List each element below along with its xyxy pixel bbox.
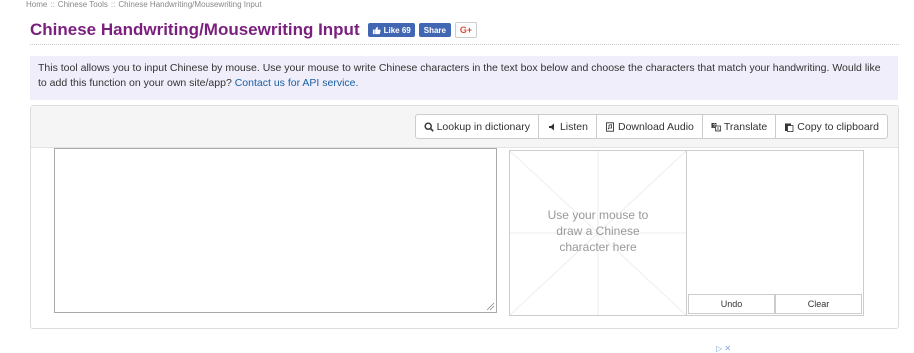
title-divider (30, 44, 899, 45)
copy-clipboard-label: Copy to clipboard (797, 120, 879, 133)
facebook-like-button[interactable]: Like 69 (367, 23, 415, 37)
copy-clipboard-button[interactable]: Copy to clipboard (775, 114, 888, 139)
google-plus-button[interactable]: G+ (454, 22, 477, 38)
clear-button[interactable]: Clear (775, 294, 862, 314)
download-audio-button[interactable]: Download Audio (596, 114, 703, 139)
chinese-text-area[interactable] (54, 148, 497, 313)
toolbar: Lookup in dictionary Listen Download Aud… (31, 106, 898, 148)
intro-box: This tool allows you to input Chinese by… (30, 56, 898, 100)
candidate-list[interactable] (687, 151, 863, 293)
api-contact-link[interactable]: Contact us for API service. (235, 77, 359, 89)
breadcrumb: Home:: Chinese Tools:: Chinese Handwriting… (26, 0, 262, 9)
translate-label: Translate (723, 120, 768, 133)
breadcrumb-current: Chinese Handwriting/Mousewriting Input (118, 0, 262, 9)
speaker-icon (548, 123, 554, 130)
breadcrumb-separator: :: (110, 0, 116, 9)
resize-grip-icon[interactable] (485, 301, 495, 311)
lookup-dictionary-label: Lookup in dictionary (436, 120, 530, 133)
ad-choices-icon[interactable]: ▷ ✕ (716, 344, 731, 353)
clipboard-icon (785, 123, 794, 132)
title-row: Chinese Handwriting/Mousewriting Input L… (30, 20, 477, 40)
search-icon (424, 121, 434, 132)
download-audio-label: Download Audio (618, 120, 694, 133)
candidate-panel: Undo Clear (686, 150, 864, 316)
lookup-dictionary-button[interactable]: Lookup in dictionary (414, 114, 539, 139)
breadcrumb-home[interactable]: Home (26, 0, 47, 9)
page-title: Chinese Handwriting/Mousewriting Input (30, 20, 360, 39)
translate-icon: 文A (711, 122, 721, 132)
facebook-share-button[interactable]: Share (418, 23, 451, 37)
facebook-like-label: Like 69 (383, 25, 411, 35)
toolbar-button-group: Lookup in dictionary Listen Download Aud… (414, 114, 888, 139)
input-panel: Lookup in dictionary Listen Download Aud… (30, 105, 899, 329)
breadcrumb-separator: :: (50, 0, 55, 9)
listen-button[interactable]: Listen (537, 114, 597, 139)
breadcrumb-chinese-tools[interactable]: Chinese Tools (58, 0, 108, 9)
audio-file-icon (606, 121, 614, 132)
thumbs-up-icon (372, 26, 381, 34)
drawing-canvas[interactable]: Use your mouse to draw a Chinese charact… (509, 150, 687, 316)
translate-button[interactable]: 文A Translate (701, 114, 777, 139)
intro-text: This tool allows you to input Chinese by… (38, 62, 881, 89)
listen-label: Listen (559, 120, 588, 133)
undo-button[interactable]: Undo (688, 294, 775, 314)
drawing-hint: Use your mouse to draw a Chinese charact… (547, 208, 649, 254)
